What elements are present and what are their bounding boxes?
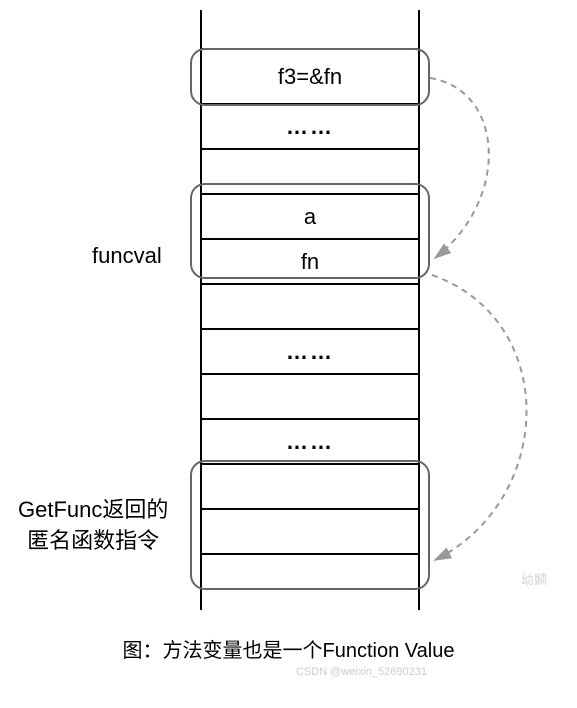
arrow-f3-to-fn: [430, 78, 489, 258]
stack-slot-anon-1: [202, 510, 418, 555]
label-getfunc-line2: 匿名函数指令: [18, 526, 168, 557]
attribution-text: CSDN @weixin_52690231: [296, 666, 427, 678]
stack-slot-ellipsis-1: ……: [202, 105, 418, 150]
stack-slot-ellipsis-2: ……: [202, 330, 418, 375]
figure-caption: 图：方法变量也是一个Function Value: [0, 634, 577, 663]
watermark: 幼麟: [521, 569, 547, 588]
diagram-container: f3=&fn …… a fn …… ……: [0, 0, 577, 708]
cell-fn: fn: [301, 249, 319, 275]
stack-slot-f3: f3=&fn: [202, 50, 418, 105]
caption-text: 图：方法变量也是一个Function Value: [123, 640, 455, 662]
stack-slot-a: a: [202, 195, 418, 240]
stack-slot-ellipsis-3: ……: [202, 420, 418, 465]
stack-slot-blank-3: [202, 375, 418, 420]
csdn-attribution: CSDN @weixin_52690231: [296, 666, 427, 678]
stack-slot-fn: fn: [202, 240, 418, 285]
ellipsis-3: ……: [286, 429, 334, 455]
ellipsis-2: ……: [286, 339, 334, 365]
stack-slot-blank-2: [202, 285, 418, 330]
cell-f3: f3=&fn: [278, 64, 342, 90]
stack-slot-empty-top: [202, 10, 418, 50]
stack-slot-blank-4: [202, 465, 418, 510]
arrow-fn-to-anon: [432, 275, 527, 560]
watermark-text: 幼麟: [521, 572, 547, 587]
memory-stack: f3=&fn …… a fn …… ……: [200, 10, 420, 610]
label-getfunc-line1: GetFunc返回的: [18, 495, 168, 526]
stack-slot-blank-1: [202, 150, 418, 195]
label-getfunc: GetFunc返回的 匿名函数指令: [18, 495, 168, 557]
ellipsis-1: ……: [286, 114, 334, 140]
label-funcval: funcval: [92, 243, 162, 269]
stack-slot-anon-2: [202, 555, 418, 595]
cell-a: a: [304, 204, 316, 230]
